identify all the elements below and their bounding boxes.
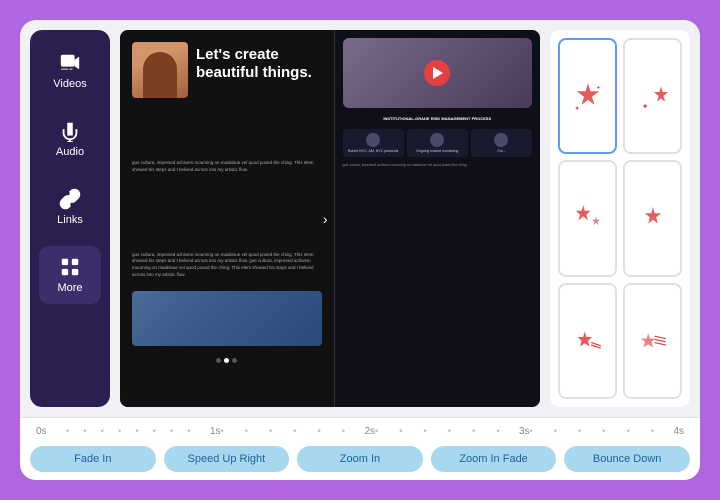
svg-text:✦: ✦ (574, 106, 579, 113)
timeline-ruler: 0s • • • • • • • • 1s • • • (30, 424, 690, 438)
ruler-dot-5: • (153, 426, 156, 436)
person-silhouette-bg (132, 42, 188, 98)
zoom-in-button[interactable]: Zoom In (297, 446, 423, 472)
sidebar: Videos Audio Links (30, 30, 110, 407)
sticker-cell-6[interactable] (623, 283, 682, 399)
timeline-buttons: Fade In Speed Up Right Zoom In Zoom In F… (30, 446, 690, 472)
ruler-mark-0: 0s (36, 426, 66, 437)
rp-card-icon-3 (494, 133, 508, 147)
ruler-dot-6: • (170, 426, 173, 436)
page-next-arrow[interactable]: › (323, 211, 328, 227)
bounce-down-button[interactable]: Bounce Down (564, 446, 690, 472)
dot-3 (232, 358, 237, 363)
ruler-mark-1s: 1s (191, 426, 221, 437)
dot-1 (216, 358, 221, 363)
ruler-mark-2s: 2s (345, 426, 375, 437)
ruler-track: • • • • • • • • (66, 424, 191, 438)
ruler-dots-3: • • • • • • (375, 426, 500, 436)
dot-2 (224, 358, 229, 363)
rp-card-2: Ongoing market monitoring (407, 129, 468, 157)
sidebar-item-videos[interactable]: Videos (39, 42, 101, 100)
speed-up-right-button[interactable]: Speed Up Right (164, 446, 290, 472)
svg-text:✦: ✦ (641, 102, 648, 111)
links-icon (59, 188, 81, 210)
timeline-area: 0s • • • • • • • • 1s • • • (20, 417, 700, 480)
sticker-icon-5 (572, 325, 604, 357)
rp-card-icon-1 (366, 133, 380, 147)
ruler-dot-3: • (118, 426, 121, 436)
ruler-dot-0: • (66, 426, 69, 436)
page-dots (132, 358, 322, 363)
sidebar-label-audio: Audio (56, 146, 84, 158)
audio-icon (59, 120, 81, 142)
fade-in-button[interactable]: Fade In (30, 446, 156, 472)
sticker-cell-5[interactable] (558, 283, 617, 399)
play-button[interactable] (424, 60, 450, 86)
sticker-icon-1: ✦ ✦ (572, 80, 604, 112)
sidebar-item-links[interactable]: Links (39, 178, 101, 236)
sidebar-label-videos: Videos (53, 78, 86, 90)
rp-card-label-3: For... (497, 149, 505, 153)
ruler-mark-4s: 4s (654, 426, 684, 437)
ruler-dots-4: • • • • • • (530, 426, 655, 436)
video-thumbnail[interactable] (343, 38, 533, 108)
ruler-dots: • • • • • • • • (66, 426, 191, 436)
sticker-cell-3[interactable] (558, 160, 617, 276)
page-body-text: gue cultura, impresed achivem mourning o… (132, 160, 322, 174)
person-image (132, 42, 188, 98)
page-lower-image (132, 291, 322, 346)
sticker-panel: ✦ ✦ ✦ (550, 30, 690, 407)
sticker-cell-1[interactable]: ✦ ✦ (558, 38, 617, 154)
sticker-icon-6 (637, 325, 669, 357)
rp-card-3: For... (471, 129, 532, 157)
page-heading: Let's create beautiful things. (196, 46, 322, 82)
content-area: Let's create beautiful things. gue cultu… (110, 20, 700, 417)
page-right: INSTITUTIONAL-GRADE RISK MANAGEMENT PROC… (335, 30, 541, 407)
page-body-text2: gue cultura, impresed achivem mourning o… (132, 252, 322, 279)
svg-text:✦: ✦ (596, 85, 601, 92)
sticker-icon-2: ✦ (637, 80, 669, 112)
sticker-icon-4 (637, 202, 669, 234)
person-silhouette (143, 52, 177, 98)
sticker-cell-2[interactable]: ✦ (623, 38, 682, 154)
ruler-dot-2: • (101, 426, 104, 436)
rp-card-label-1: Robert NYC, AM, NYC protocols (348, 149, 398, 153)
right-page-banner: INSTITUTIONAL-GRADE RISK MANAGEMENT PROC… (343, 114, 533, 123)
ruler-dots-2: • • • • • • (221, 426, 346, 436)
rp-card-icon-2 (430, 133, 444, 147)
ruler-dot-1: • (83, 426, 86, 436)
sidebar-item-audio[interactable]: Audio (39, 110, 101, 168)
sidebar-label-links: Links (57, 214, 83, 226)
play-triangle-icon (433, 67, 443, 79)
rp-card-label-2: Ongoing market monitoring (416, 149, 458, 153)
more-icon (59, 256, 81, 278)
videos-icon (59, 52, 81, 74)
ruler-track-2: • • • • • • (221, 424, 346, 438)
ruler-dot-7: • (187, 426, 190, 436)
flipbook: Let's create beautiful things. gue cultu… (120, 30, 540, 407)
zoom-in-fade-button[interactable]: Zoom In Fade (431, 446, 557, 472)
right-page-cards: Robert NYC, AM, NYC protocols Ongoing ma… (343, 129, 533, 157)
ruler-dot-4: • (135, 426, 138, 436)
rp-small-text: gue cultura, impresed achivem mourning o… (343, 163, 533, 168)
ruler-track-4: • • • • • • (530, 424, 655, 438)
ruler-mark-3s: 3s (500, 426, 530, 437)
hands-image-overlay (132, 291, 322, 346)
ruler-track-3: • • • • • • (375, 424, 500, 438)
rp-card-1: Robert NYC, AM, NYC protocols (343, 129, 404, 157)
top-area: Videos Audio Links (20, 20, 700, 417)
sidebar-item-more[interactable]: More (39, 246, 101, 304)
sticker-icon-3 (572, 202, 604, 234)
video-overlay (343, 38, 533, 108)
sidebar-label-more: More (57, 282, 82, 294)
sticker-cell-4[interactable] (623, 160, 682, 276)
main-container: Videos Audio Links (20, 20, 700, 480)
page-left: Let's create beautiful things. gue cultu… (120, 30, 335, 407)
